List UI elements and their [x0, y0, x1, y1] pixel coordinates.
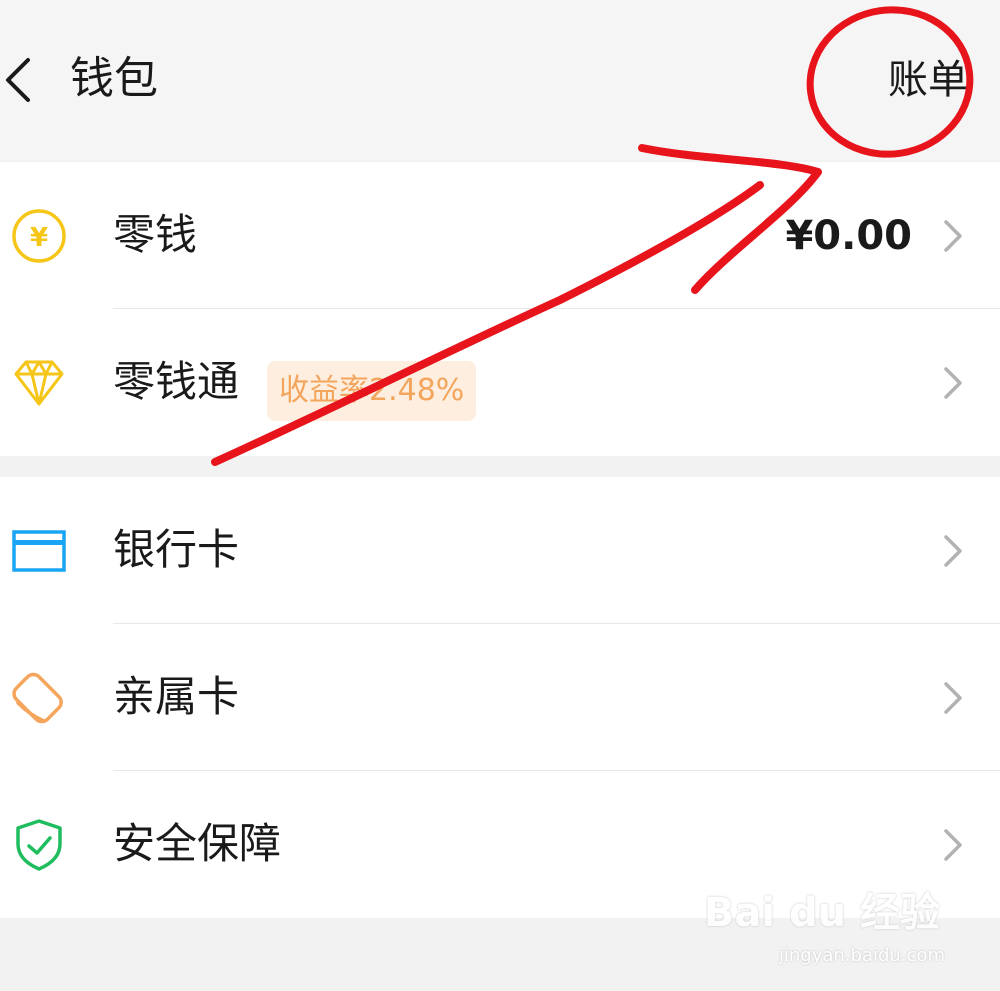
list-item-change[interactable]: ¥ 零钱 ¥0.00 [0, 162, 1000, 309]
lingqiantong-label: 零钱通 [113, 357, 240, 406]
bank-card-label: 银行卡 [113, 525, 240, 574]
list-item-bank-card[interactable]: 银行卡 [0, 477, 1000, 624]
bank-card-icon [12, 530, 66, 572]
change-amount: ¥0.00 [785, 213, 912, 259]
yield-badge: 收益率2.48% [267, 361, 477, 421]
top-bar: 钱包 账单 [0, 0, 1000, 160]
security-label: 安全保障 [113, 819, 282, 868]
chevron-right-icon [944, 829, 962, 861]
chevron-right-icon [944, 682, 962, 714]
change-label: 零钱 [113, 210, 198, 259]
back-button[interactable] [0, 48, 40, 108]
shield-check-icon [16, 819, 62, 871]
svg-text:¥: ¥ [30, 223, 48, 253]
chevron-right-icon [944, 367, 962, 399]
cards-group: 银行卡 亲属卡 安全保障 [0, 477, 1000, 918]
baidu-watermark-url: jingyan.baidu.com [778, 945, 945, 966]
family-card-icon [12, 672, 63, 724]
chevron-left-icon [6, 58, 30, 102]
yuan-coin-icon: ¥ [12, 209, 66, 263]
baidu-watermark: Bai du 经验 [703, 890, 940, 936]
list-item-lingqiantong[interactable]: 零钱通 收益率2.48% [0, 309, 1000, 456]
bill-button[interactable]: 账单 [888, 52, 968, 108]
family-card-label: 亲属卡 [113, 672, 240, 721]
balance-group: ¥ 零钱 ¥0.00 零钱通 收益率2.48% [0, 162, 1000, 456]
page-title: 钱包 [70, 53, 158, 104]
chevron-right-icon [944, 220, 962, 252]
list-item-family-card[interactable]: 亲属卡 [0, 624, 1000, 771]
diamond-icon [14, 360, 64, 406]
chevron-right-icon [944, 535, 962, 567]
